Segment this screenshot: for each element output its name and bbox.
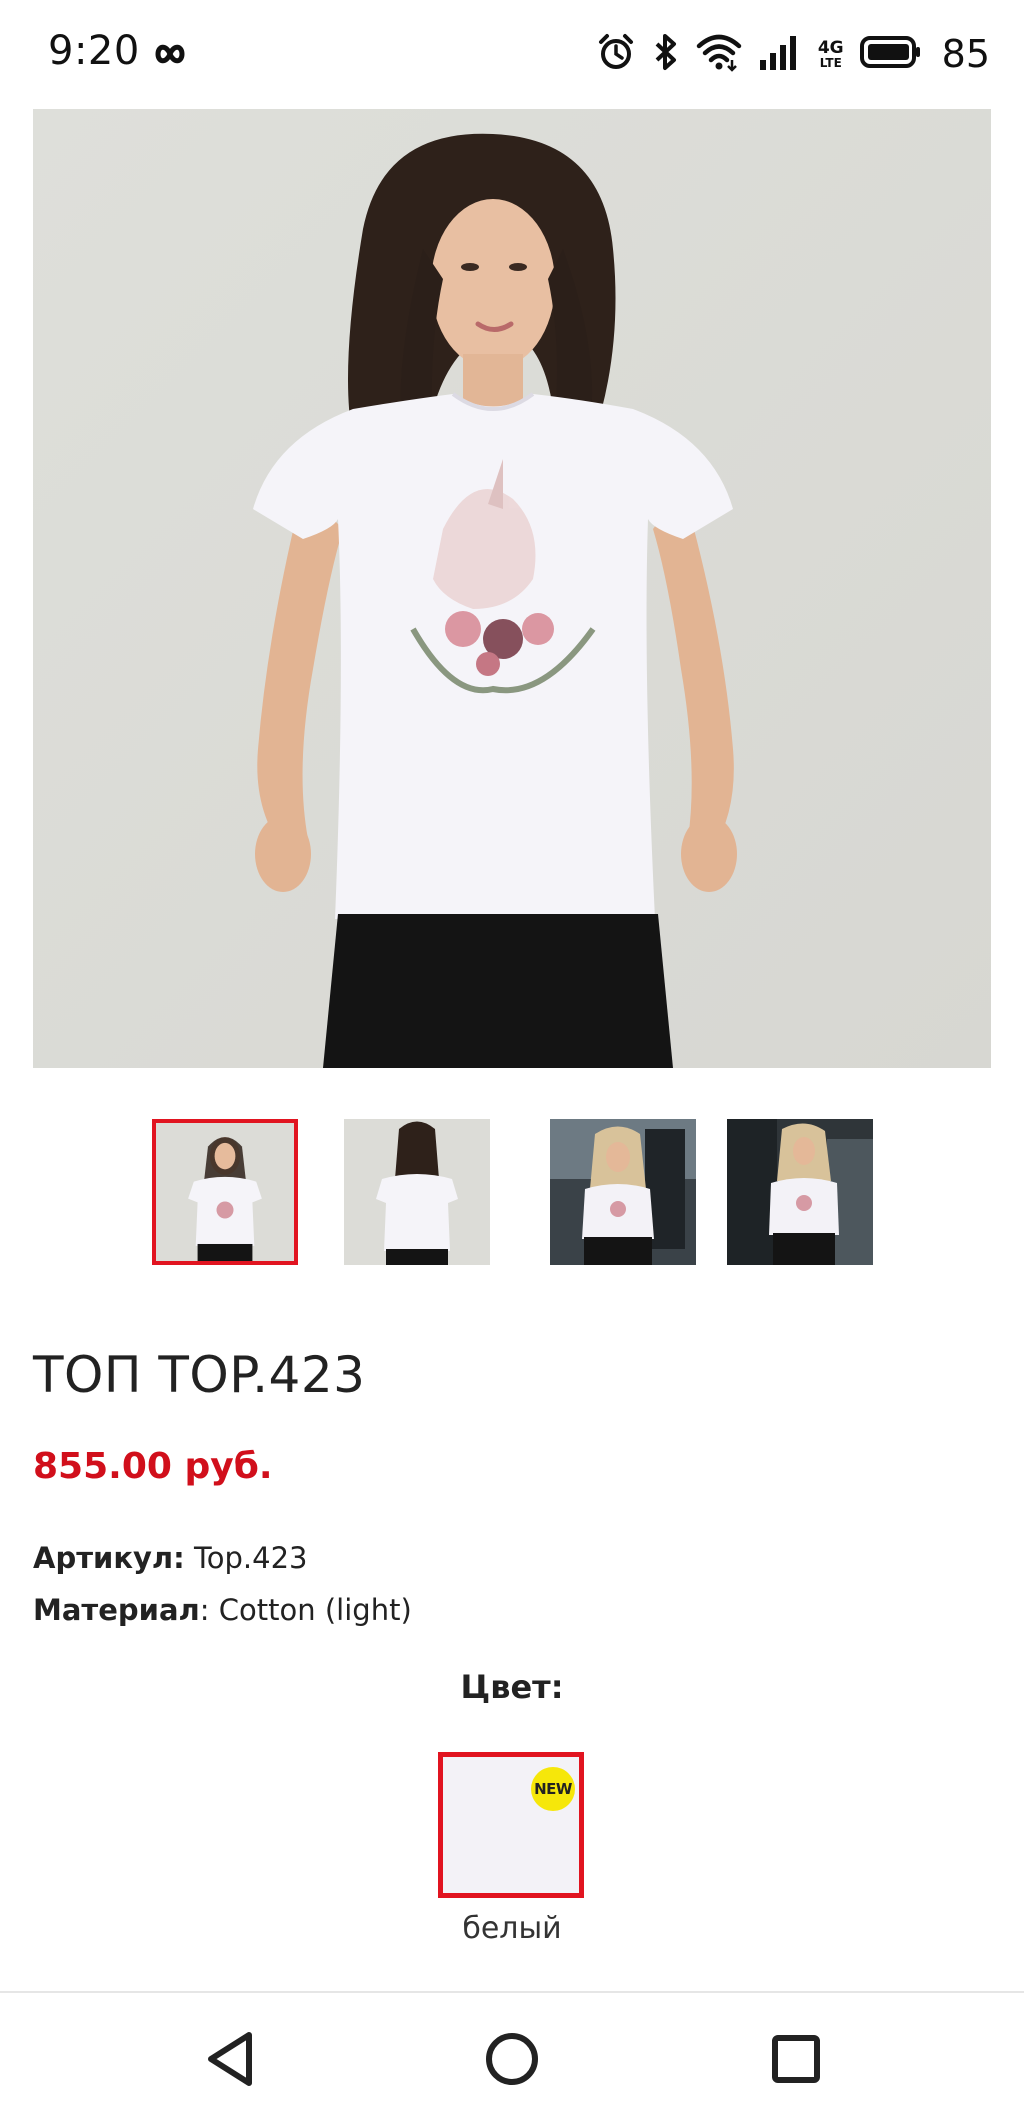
back-triangle-icon bbox=[208, 2032, 252, 2086]
sku-label: Артикул: bbox=[33, 1541, 185, 1575]
product-title: ТОП TOP.423 bbox=[33, 1346, 366, 1404]
status-bar: 9:20 4G LTE 85 bbox=[0, 0, 1024, 108]
product-main-image[interactable] bbox=[33, 109, 991, 1068]
material-label: Материал bbox=[33, 1593, 200, 1627]
home-circle-icon bbox=[486, 2033, 538, 2085]
recents-button[interactable] bbox=[758, 2021, 834, 2097]
network-type-top: 4G bbox=[817, 37, 844, 58]
recents-square-icon bbox=[772, 2035, 820, 2083]
thumbnail-front[interactable] bbox=[152, 1119, 298, 1265]
bluetooth-icon bbox=[652, 32, 680, 76]
material-value: : Cotton (light) bbox=[199, 1593, 412, 1627]
spec-material: Материал: Cotton (light) bbox=[33, 1593, 412, 1627]
signal-icon bbox=[758, 32, 802, 76]
status-time: 9:20 bbox=[48, 28, 140, 74]
product-photo-front bbox=[33, 109, 991, 1068]
sku-value: Top.423 bbox=[193, 1541, 308, 1575]
color-heading: Цвет: bbox=[460, 1668, 564, 1706]
thumbnail-strip bbox=[0, 1119, 1024, 1267]
color-swatch-label: белый bbox=[462, 1911, 562, 1946]
system-nav-bar bbox=[0, 1993, 1024, 2127]
thumbnail-lifestyle-1[interactable] bbox=[550, 1119, 696, 1265]
color-swatch-white[interactable]: NEW bbox=[438, 1752, 584, 1898]
battery-level: 85 bbox=[941, 32, 990, 76]
new-badge: NEW bbox=[531, 1767, 575, 1811]
status-icons: 4G LTE 85 bbox=[596, 28, 990, 80]
infinity-icon bbox=[146, 36, 194, 72]
alarm-icon bbox=[596, 32, 636, 76]
home-button[interactable] bbox=[474, 2021, 550, 2097]
product-price: 855.00 руб. bbox=[33, 1446, 273, 1487]
thumbnail-back[interactable] bbox=[344, 1119, 490, 1265]
network-type-bottom: LTE bbox=[819, 55, 842, 70]
battery-icon bbox=[859, 35, 922, 73]
wifi-icon bbox=[696, 32, 742, 76]
thumbnail-lifestyle-2[interactable] bbox=[727, 1119, 873, 1265]
spec-sku: Артикул: Top.423 bbox=[33, 1541, 308, 1575]
network-type-icon: 4G LTE bbox=[817, 37, 844, 70]
back-button[interactable] bbox=[193, 2021, 269, 2097]
